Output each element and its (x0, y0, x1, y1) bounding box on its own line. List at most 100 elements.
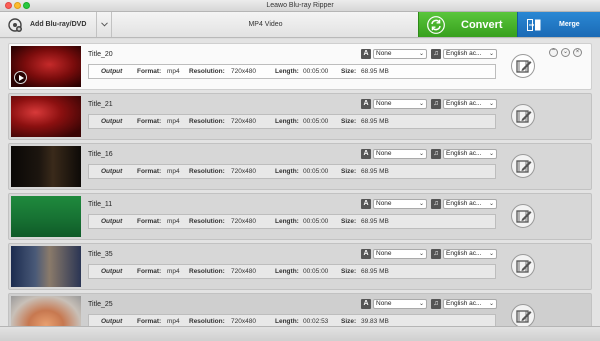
chevron-down-icon: ⌄ (418, 151, 424, 157)
subtitle-dropdown[interactable]: None ⌄ (373, 99, 427, 109)
subtitle-dropdown[interactable]: None ⌄ (373, 149, 427, 159)
merge-icon (527, 18, 541, 31)
subtitle-selector[interactable]: A None ⌄ (361, 99, 427, 109)
title-thumbnail (11, 246, 81, 287)
subtitle-selector[interactable]: A None ⌄ (361, 249, 427, 259)
title-row[interactable]: Title_20 Output Format: mp4 Resolution: … (8, 43, 592, 90)
edit-film-icon (516, 60, 532, 73)
size-value: 68.95 MB (361, 118, 389, 125)
subtitle-a-icon: A (361, 99, 371, 109)
resolution-value: 720x480 (231, 168, 256, 175)
output-label: Output (101, 268, 123, 275)
length-label: Length: (275, 118, 299, 125)
format-label: Format: (137, 168, 162, 175)
audio-dropdown[interactable]: English ac... ⌄ (443, 249, 497, 259)
format-label: Format: (137, 318, 162, 325)
music-note-icon: ♫ (431, 299, 441, 309)
audio-dropdown[interactable]: English ac... ⌄ (443, 99, 497, 109)
subtitle-dropdown[interactable]: None ⌄ (373, 49, 427, 59)
move-down-icon[interactable]: ⌄ (561, 48, 570, 57)
edit-button[interactable] (511, 104, 535, 128)
size-value: 39.83 MB (361, 318, 389, 325)
zoom-window-button[interactable] (23, 2, 30, 9)
length-value: 00:05:00 (303, 118, 329, 125)
title-name: Title_20 (88, 51, 113, 58)
size-label: Size: (341, 168, 357, 175)
subtitle-dropdown[interactable]: None ⌄ (373, 199, 427, 209)
title-thumbnail (11, 196, 81, 237)
audio-selector[interactable]: ♫ English ac... ⌄ (431, 199, 497, 209)
edit-button[interactable] (511, 54, 535, 78)
audio-dropdown[interactable]: English ac... ⌄ (443, 199, 497, 209)
audio-value: English ac... (446, 200, 482, 207)
format-value: mp4 (167, 168, 180, 175)
audio-dropdown[interactable]: English ac... ⌄ (443, 49, 497, 59)
resolution-value: 720x480 (231, 268, 256, 275)
output-profile-selector[interactable]: MP4 Video (113, 12, 418, 37)
title-row[interactable]: Title_11 Output Format: mp4 Resolution: … (8, 193, 592, 240)
play-icon[interactable] (14, 71, 27, 84)
convert-label: Convert (461, 18, 503, 31)
subtitle-selector[interactable]: A None ⌄ (361, 299, 427, 309)
audio-selector[interactable]: ♫ English ac... ⌄ (431, 49, 497, 59)
convert-button[interactable]: Convert (418, 12, 517, 37)
move-up-icon[interactable]: ⌃ (549, 48, 558, 57)
length-value: 00:05:00 (303, 268, 329, 275)
resolution-value: 720x480 (231, 218, 256, 225)
window-title: Leawo Blu-ray Ripper (266, 2, 334, 9)
merge-label: Merge (559, 21, 580, 28)
subtitle-selector[interactable]: A None ⌄ (361, 199, 427, 209)
subtitle-value: None (376, 100, 392, 107)
audio-selector[interactable]: ♫ English ac... ⌄ (431, 299, 497, 309)
refresh-arrows-icon (427, 15, 445, 34)
close-window-button[interactable] (5, 2, 12, 9)
audio-dropdown[interactable]: English ac... ⌄ (443, 299, 497, 309)
edit-button[interactable] (511, 254, 535, 278)
edit-button[interactable] (511, 304, 535, 326)
music-note-icon: ♫ (431, 249, 441, 259)
edit-film-icon (516, 160, 532, 173)
edit-button[interactable] (511, 204, 535, 228)
output-label: Output (101, 118, 123, 125)
subtitle-dropdown[interactable]: None ⌄ (373, 249, 427, 259)
music-note-icon: ♫ (431, 49, 441, 59)
add-dropdown-button[interactable] (96, 12, 112, 37)
edit-film-icon (516, 310, 532, 323)
chevron-down-icon (100, 22, 108, 27)
edit-film-icon (516, 210, 532, 223)
audio-dropdown[interactable]: English ac... ⌄ (443, 149, 497, 159)
subtitle-selector[interactable]: A None ⌄ (361, 49, 427, 59)
subtitle-dropdown[interactable]: None ⌄ (373, 299, 427, 309)
chevron-down-icon: ⌄ (418, 251, 424, 257)
subtitle-value: None (376, 300, 392, 307)
size-label: Size: (341, 318, 357, 325)
title-row[interactable]: Title_35 Output Format: mp4 Resolution: … (8, 243, 592, 290)
merge-button[interactable]: Merge (517, 12, 600, 37)
audio-selector[interactable]: ♫ English ac... ⌄ (431, 249, 497, 259)
output-label: Output (101, 318, 123, 325)
title-row[interactable]: Title_25 Output Format: mp4 Resolution: … (8, 293, 592, 326)
title-row[interactable]: Title_16 Output Format: mp4 Resolution: … (8, 143, 592, 190)
length-label: Length: (275, 168, 299, 175)
size-value: 68.95 MB (361, 218, 389, 225)
remove-icon[interactable]: × (573, 48, 582, 57)
audio-selector[interactable]: ♫ English ac... ⌄ (431, 99, 497, 109)
format-label: Format: (137, 268, 162, 275)
subtitle-selector[interactable]: A None ⌄ (361, 149, 427, 159)
title-name: Title_25 (88, 301, 113, 308)
output-info: Output Format: mp4 Resolution: 720x480 L… (88, 64, 496, 79)
music-note-icon: ♫ (431, 199, 441, 209)
title-name: Title_35 (88, 251, 113, 258)
audio-value: English ac... (446, 150, 482, 157)
length-label: Length: (275, 268, 299, 275)
audio-selector[interactable]: ♫ English ac... ⌄ (431, 149, 497, 159)
add-bluray-dvd-button[interactable]: Add Blu-ray/DVD (0, 12, 95, 37)
title-row[interactable]: Title_21 Output Format: mp4 Resolution: … (8, 93, 592, 140)
output-info: Output Format: mp4 Resolution: 720x480 L… (88, 214, 496, 229)
minimize-window-button[interactable] (14, 2, 21, 9)
format-label: Format: (137, 118, 162, 125)
window-titlebar: Leawo Blu-ray Ripper (0, 0, 600, 12)
length-value: 00:05:00 (303, 68, 329, 75)
edit-film-icon (516, 260, 532, 273)
edit-button[interactable] (511, 154, 535, 178)
